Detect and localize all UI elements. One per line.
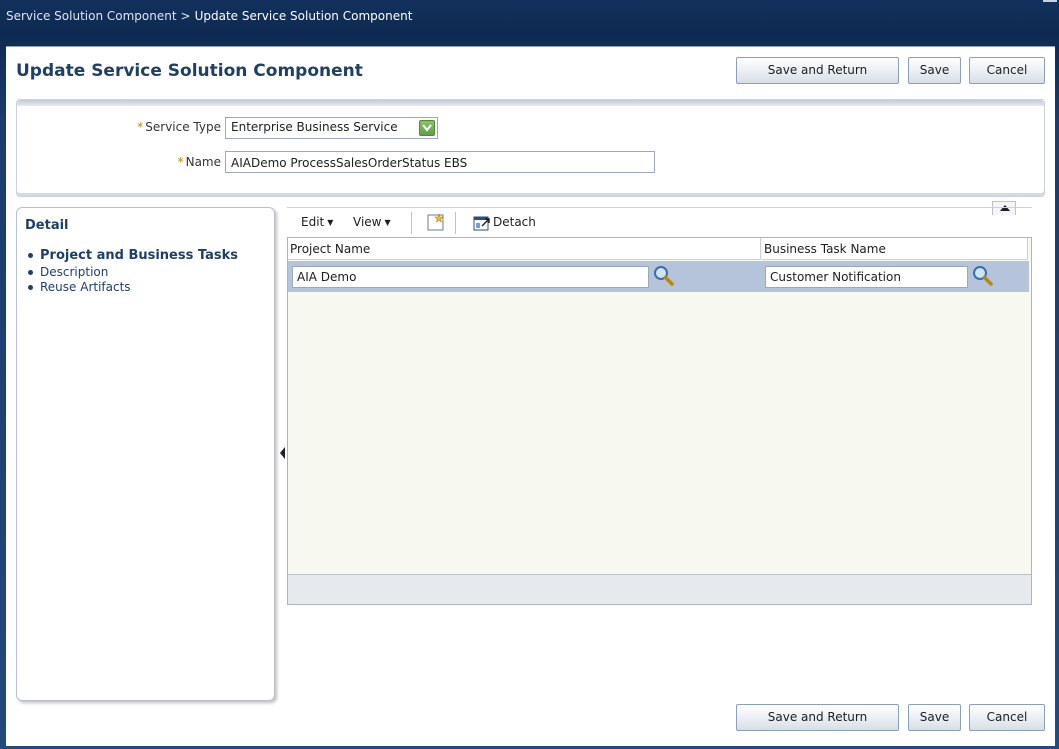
detail-item-reuse-artifacts[interactable]: Reuse Artifacts [26, 280, 238, 295]
detail-item-label: Reuse Artifacts [40, 280, 131, 294]
search-icon[interactable] [971, 264, 995, 288]
breadcrumb-separator: > [180, 9, 191, 23]
save-and-return-button-top[interactable]: Save and Return [736, 57, 899, 84]
project-task-table: Project Name Business Task Name AIA Demo… [287, 237, 1032, 605]
bullet-icon [28, 253, 33, 258]
new-row-icon[interactable] [426, 212, 446, 232]
detail-item-label: Project and Business Tasks [40, 248, 238, 263]
save-button-bottom[interactable]: Save [908, 704, 961, 731]
cancel-button-bottom[interactable]: Cancel [969, 704, 1045, 731]
view-menu[interactable]: View ▼ [353, 215, 391, 229]
name-label-text: Name [185, 155, 221, 169]
column-header-business-task-name[interactable]: Business Task Name [762, 238, 1028, 260]
detail-item-description[interactable]: Description [26, 265, 238, 280]
caret-down-icon: ▼ [384, 218, 391, 227]
bullet-icon [28, 285, 33, 290]
table-row[interactable]: AIA Demo Customer Notification [288, 261, 1029, 292]
service-type-label-text: Service Type [145, 120, 221, 134]
table-footer [288, 574, 1031, 604]
search-icon[interactable] [652, 264, 676, 288]
name-input[interactable] [225, 151, 655, 173]
panel-splitter[interactable] [279, 207, 286, 701]
required-marker: * [137, 120, 144, 134]
chevron-down-icon[interactable] [419, 120, 435, 136]
service-type-select[interactable]: Enterprise Business Service [225, 117, 438, 139]
detach-icon[interactable] [473, 214, 491, 232]
edit-menu[interactable]: Edit ▼ [301, 215, 333, 229]
project-name-input[interactable]: AIA Demo [292, 266, 649, 288]
cancel-button-top[interactable]: Cancel [969, 57, 1045, 84]
detail-list: Project and Business Tasks Description R… [26, 246, 238, 295]
service-type-value: Enterprise Business Service [231, 120, 398, 134]
save-button-top[interactable]: Save [908, 57, 961, 84]
header-form-strip [17, 100, 1044, 106]
edit-menu-label: Edit [301, 215, 325, 229]
window-corner-mark [1043, 0, 1057, 4]
header-form: * Service Type Enterprise Business Servic… [16, 99, 1045, 197]
detail-item-label: Description [40, 265, 109, 279]
detach-button[interactable]: Detach [493, 215, 536, 229]
page-panel: Update Service Solution Component Save a… [6, 46, 1055, 746]
table-toolbar: Edit ▼ View ▼ Detach [287, 207, 1032, 235]
toolbar-divider [455, 212, 456, 234]
name-label: * Name [117, 155, 221, 169]
detail-item-project-business-tasks[interactable]: Project and Business Tasks [26, 246, 238, 265]
breadcrumb-current: Update Service Solution Component [194, 9, 413, 23]
column-header-project-name[interactable]: Project Name [288, 238, 761, 260]
required-marker: * [177, 155, 184, 169]
caret-down-icon: ▼ [327, 218, 334, 227]
triangle-left-icon [280, 447, 285, 459]
business-task-input[interactable]: Customer Notification [765, 266, 968, 288]
toolbar-divider [411, 212, 412, 234]
detail-title: Detail [25, 218, 69, 233]
save-and-return-button-bottom[interactable]: Save and Return [736, 704, 899, 731]
bullet-icon [28, 270, 33, 275]
breadcrumb-parent-link[interactable]: Service Solution Component [6, 9, 177, 23]
breadcrumb: Service Solution Component > Update Servic… [0, 0, 1059, 36]
service-type-label: * Service Type [117, 120, 221, 134]
view-menu-label: View [353, 215, 382, 229]
page-title: Update Service Solution Component [16, 61, 363, 81]
detail-panel: Detail Project and Business Tasks Descri… [16, 207, 275, 701]
